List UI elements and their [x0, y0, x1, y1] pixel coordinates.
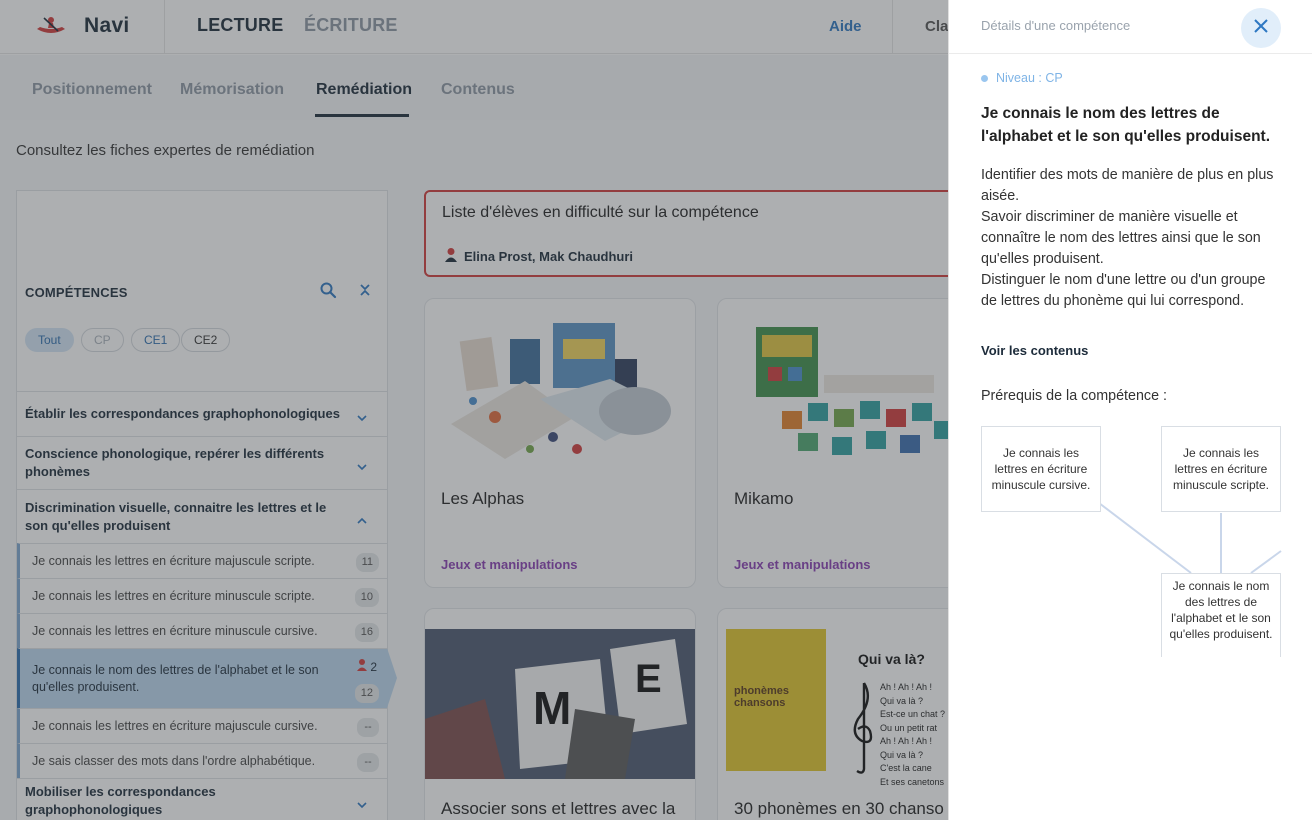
skill-heading: Je connais le nom des lettres de l'alpha…	[981, 105, 1271, 145]
close-icon	[1254, 18, 1268, 38]
close-button[interactable]	[1241, 8, 1281, 48]
app: Navi LECTURE ÉCRITURE Aide Cla Positionn…	[0, 0, 1312, 820]
dot-icon	[981, 74, 988, 82]
skill-detail-panel: Détails d'une compétence Niveau : CP Je …	[948, 0, 1312, 820]
modal-backdrop[interactable]	[0, 0, 948, 820]
current-skill-node[interactable]: Je connais le nom des lettres de l'alpha…	[1161, 573, 1281, 657]
panel-header: Détails d'une compétence	[949, 0, 1312, 54]
prerequisite-node[interactable]: Je connais les lettres en écriture minus…	[981, 426, 1101, 512]
prerequisite-node[interactable]: Je connais les lettres en écriture minus…	[1161, 426, 1281, 512]
panel-title: Détails d'une compétence	[981, 18, 1131, 33]
level-label: Niveau : CP	[996, 71, 1063, 85]
prerequisites-tree: Je connais les lettres en écriture minus…	[981, 425, 1286, 657]
level-badge: Niveau : CP	[981, 71, 1063, 85]
skill-description: Identifier des mots de manière de plus e…	[981, 167, 1274, 309]
view-contents-link[interactable]: Voir les contenus	[981, 343, 1088, 358]
prerequisites-label: Prérequis de la compétence :	[981, 388, 1167, 404]
